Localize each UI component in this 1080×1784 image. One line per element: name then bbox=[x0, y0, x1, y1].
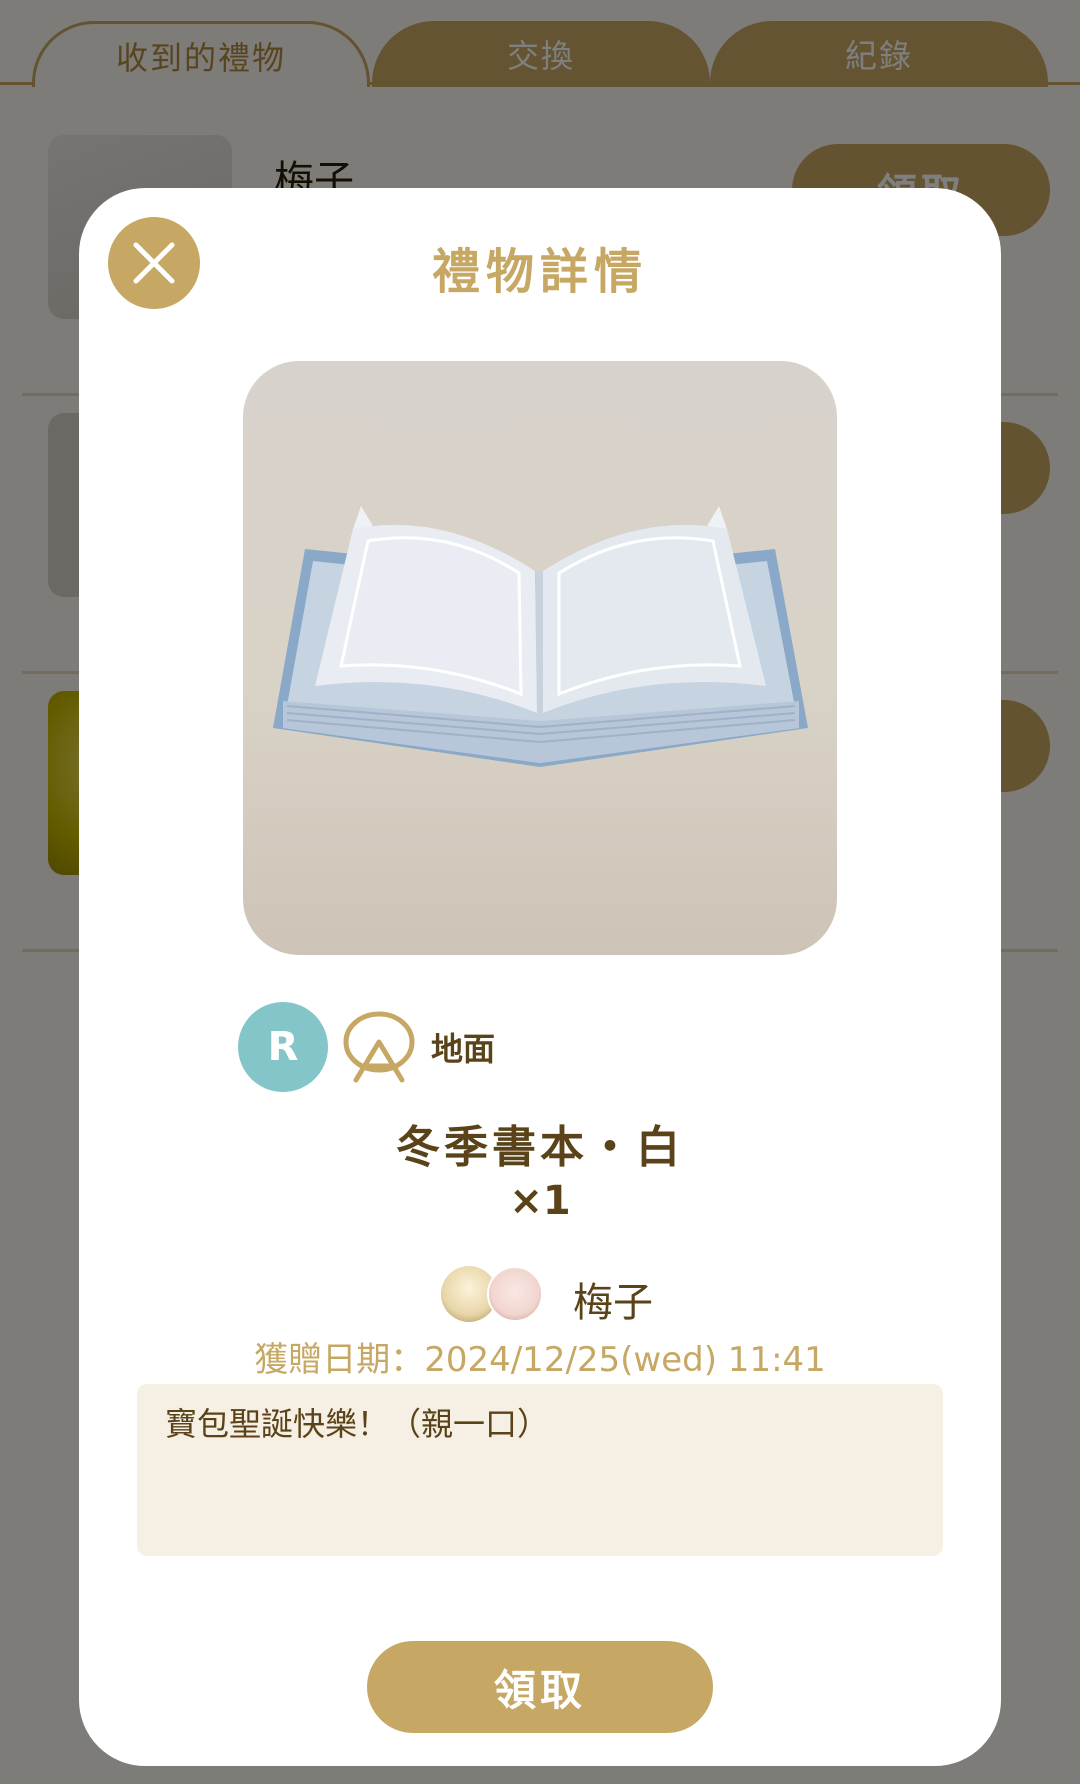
item-name: 冬季書本・白 bbox=[396, 1122, 684, 1173]
item-quantity: ×1 bbox=[509, 1178, 571, 1224]
floor-icon bbox=[340, 1008, 418, 1086]
category-label: 地面 bbox=[431, 1030, 496, 1068]
rarity-badge: R bbox=[238, 1002, 328, 1092]
sender-name: 梅子 bbox=[573, 1280, 653, 1326]
claim-button[interactable]: 領取 bbox=[367, 1641, 713, 1733]
sender-avatar bbox=[487, 1266, 543, 1322]
gift-date: 獲贈日期：2024/12/25(wed) 11:41 bbox=[254, 1340, 826, 1380]
open-book-icon bbox=[273, 506, 808, 767]
dialog-title: 禮物詳情 bbox=[431, 244, 648, 300]
gift-message: 寶包聖誕快樂！（親一口） bbox=[137, 1384, 943, 1556]
gift-item-image bbox=[243, 361, 837, 955]
gift-detail-dialog: 禮物詳情 R 地面 冬季書本・白 ×1 梅子 獲贈日期：2024/12/25(w… bbox=[79, 188, 1001, 1766]
